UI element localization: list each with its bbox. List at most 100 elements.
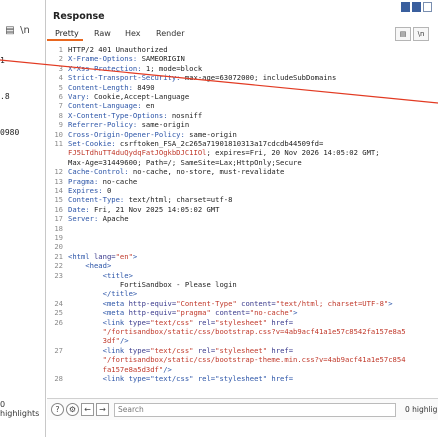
code-text: Strict-Transport-Security: max-age=63072… [68, 73, 336, 82]
tab-hex[interactable]: Hex [125, 29, 141, 38]
line-number: 4 [58, 73, 63, 83]
help-icon[interactable]: ? [51, 403, 64, 416]
code-token: Cross-Origin-Opener-Policy: [68, 129, 185, 139]
wrap-lines-icon[interactable]: ▤ [3, 24, 17, 38]
line-number: 19 [54, 233, 63, 242]
code-token: Strict-Transport-Security: [68, 73, 181, 83]
forward-arrow-icon[interactable]: → [96, 403, 109, 416]
code-token: "/fortisandbox/static/css/bootstrap-them… [68, 355, 406, 365]
code-text: fa157e8a5d3df"/> [68, 365, 172, 374]
response-editor[interactable]: 1 HTTP/2 401 Unauthorized 2 X-Frame-Options… [47, 43, 438, 395]
code-token: Content-Type: [68, 195, 125, 205]
split-vertical-icon[interactable] [401, 2, 410, 12]
code-token: max-age=63072000; includeSubDomains [180, 73, 337, 83]
search-input[interactable]: Search [114, 403, 396, 417]
code-token: fa157e8a5d3df" [68, 364, 164, 374]
line-number: 8 [58, 110, 63, 120]
code-token: FJ5LTdhuTT4duQydqFatJOgkbDJC1IOl [68, 148, 207, 158]
left-fragment-3: 0980 [0, 128, 20, 137]
code-text: X-Xss-Protection: 1; mode=block [68, 64, 202, 73]
code-token: > [132, 251, 138, 261]
code-token: "text/css" [150, 345, 194, 355]
code-text: Content-Type: text/html; charset=utf-8 [68, 195, 232, 204]
layout-toggles [401, 2, 432, 14]
highlights-label: 0 highlights [405, 405, 438, 414]
code-token: en [141, 101, 155, 111]
code-token: Expires: [68, 186, 103, 195]
code-token: no-cache [98, 176, 138, 186]
code-token: "/fortisandbox/static/css/bootstrap.css?… [68, 327, 406, 336]
line-number: 7 [58, 101, 63, 111]
code-text: "/fortisandbox/static/css/bootstrap.css?… [68, 327, 406, 336]
code-text: Content-Language: en [68, 101, 155, 110]
tab-render[interactable]: Render [156, 29, 184, 38]
code-text: Expires: 0 [68, 186, 111, 195]
code-text: X-Content-Type-Options: nosniff [68, 111, 202, 120]
code-token: <link type="text/css" rel="stylesheet" h… [68, 374, 294, 383]
settings-icon[interactable]: ⚙ [66, 403, 79, 416]
code-text: Cache-Control: no-cache, no-store, must-… [68, 167, 284, 176]
code-token: "en" [115, 251, 133, 261]
code-token: </title> [68, 289, 138, 299]
line-number: 14 [54, 186, 63, 195]
line-number: 22 [54, 261, 63, 271]
code-text: <link type="text/css" rel="stylesheet" h… [68, 318, 293, 327]
code-text: Cross-Origin-Opener-Policy: same-origin [68, 130, 237, 139]
code-token: Server: [68, 214, 99, 224]
code-text: </title> [68, 289, 138, 299]
code-token: X-Xss-Protection: [68, 63, 142, 73]
split-horizontal-icon[interactable] [412, 2, 421, 12]
code-text: <link type="text/css" rel="stylesheet" h… [68, 374, 293, 383]
code-token: <head> [68, 261, 112, 271]
line-number: 12 [54, 167, 63, 177]
active-tab-indicator [47, 39, 83, 41]
code-token: type= [128, 317, 151, 327]
code-text: Pragma: no-cache [68, 177, 137, 186]
code-text: Set-Cookie: csrftoken_FSA_2c265a71901810… [68, 139, 323, 148]
code-token: <meta [68, 298, 129, 308]
request-pane-fragment: ▤ \n 1 .8 0980 0 highlights [0, 0, 46, 437]
single-pane-icon[interactable] [423, 2, 432, 12]
code-token: Date: [68, 204, 90, 214]
code-text: Referrer-Policy: same-origin [68, 120, 189, 129]
code-token: http-equiv= [128, 308, 177, 318]
code-token: X-Content-Type-Options: [68, 110, 168, 120]
left-toolbar: ▤ \n [0, 22, 45, 42]
code-token: /> [119, 336, 129, 346]
tab-pretty[interactable]: Pretty [55, 29, 79, 38]
line-number: 10 [54, 129, 63, 139]
code-token: "no-cache" [249, 308, 294, 318]
wrap-toggle-icon[interactable]: ▤ [395, 27, 411, 41]
code-token: content= [210, 308, 250, 318]
left-highlights-label: 0 highlights [0, 400, 40, 418]
code-token: href= [267, 345, 294, 355]
code-token: 3df" [68, 336, 120, 346]
code-token: content= [236, 298, 276, 308]
code-text: FJ5LTdhuTT4duQydqFatJOgkbDJC1IOl; expire… [68, 148, 380, 157]
code-token: Pragma: [68, 176, 99, 186]
code-text: <head> [68, 261, 111, 270]
code-token: Vary: [68, 92, 90, 101]
response-footer: ? ⚙ ← → Search 0 highlights [47, 398, 438, 420]
line-number: 6 [58, 92, 63, 101]
tab-raw[interactable]: Raw [94, 29, 111, 38]
code-text: <link type="text/css" rel="stylesheet" h… [68, 346, 293, 355]
code-token: Max-Age=31449600; Path=/; SameSite=Lax;H… [68, 157, 302, 167]
code-token: text/html; charset=utf-8 [124, 195, 233, 205]
code-text: <title> [68, 271, 133, 280]
code-text: Content-Length: 8490 [68, 83, 155, 92]
code-token: Referrer-Policy: [68, 120, 138, 130]
code-token: "stylesheet" [215, 317, 268, 327]
code-text: HTTP/2 401 Unauthorized [68, 45, 168, 54]
back-arrow-icon[interactable]: ← [81, 403, 94, 416]
line-number: 27 [54, 345, 63, 355]
newline-toggle-button[interactable]: \n [413, 27, 429, 41]
line-number: 11 [54, 139, 63, 148]
code-token: X-Frame-Options: [68, 54, 138, 64]
line-number: 9 [58, 120, 63, 130]
code-token: rel= [193, 317, 216, 327]
code-token: rel= [193, 345, 216, 355]
newline-toggle-icon[interactable]: \n [18, 24, 32, 38]
line-number: 1 [58, 45, 63, 54]
code-token: 0 [102, 186, 112, 195]
